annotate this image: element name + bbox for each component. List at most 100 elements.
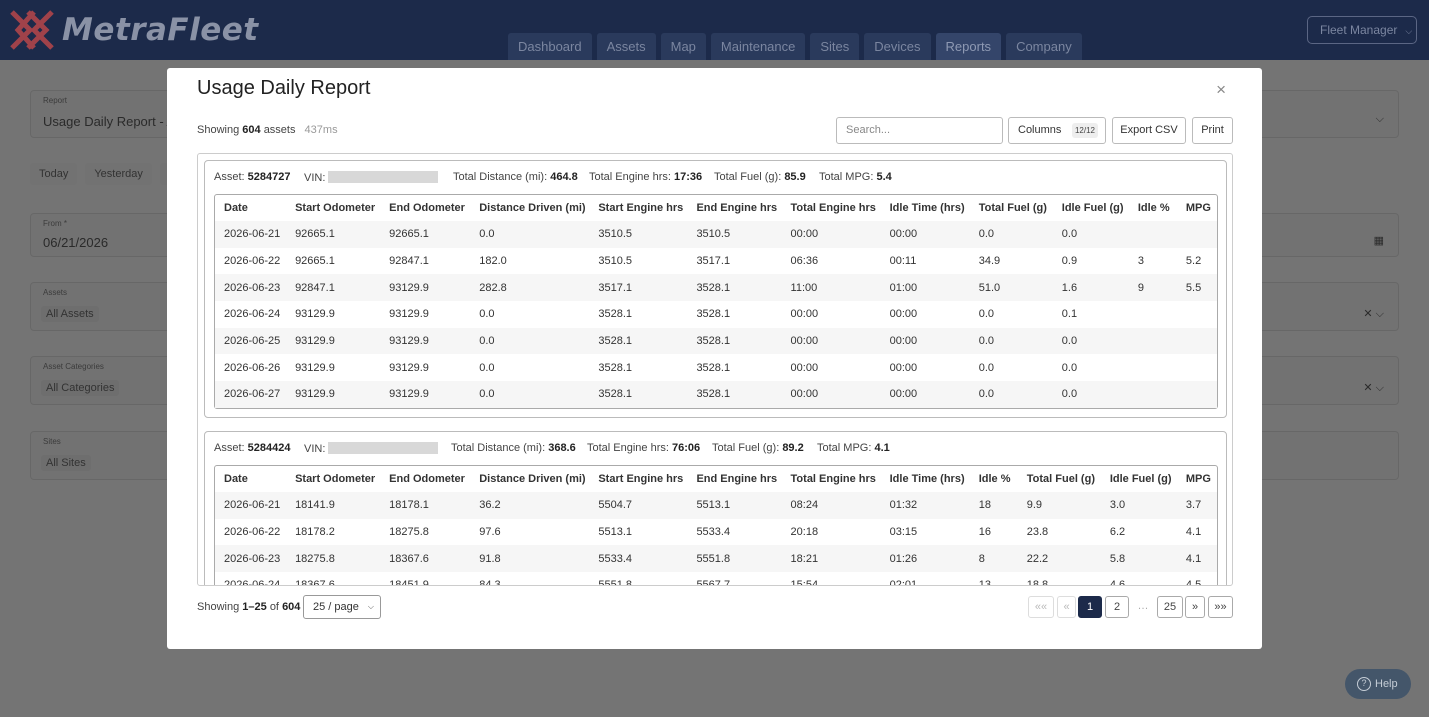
tab-dashboard[interactable]: Dashboard [508,33,592,60]
column-header[interactable]: Distance Driven (mi) [470,466,589,492]
tab-assets[interactable]: Assets [596,33,656,60]
page-2-button[interactable]: 2 [1105,596,1129,618]
column-header[interactable]: End Engine hrs [687,466,781,492]
table-cell: 00:00 [880,221,970,248]
total-engine-field: Total Engine hrs: 76:06 [587,442,700,454]
column-header[interactable]: Idle Time (hrs) [881,466,970,492]
table-cell: 93129.9 [389,361,429,374]
column-header[interactable]: Idle Time (hrs) [881,195,970,221]
table-cell: 3510.5 [598,255,632,268]
tab-map[interactable]: Map [660,33,706,60]
prev-page-button[interactable]: « [1057,596,1076,618]
first-page-button[interactable]: «« [1028,596,1054,618]
column-header[interactable]: Idle Fuel (g) [1053,195,1129,221]
column-header[interactable]: Start Engine hrs [589,195,687,221]
vin-label: VIN: [304,443,326,455]
table-row: 2026-06-27 93129.9 93129.9 0.0 3528.1 3528.1 0… [215,381,1217,408]
logo-mark-icon [10,10,54,50]
table-cell: 93129.9 [380,327,471,355]
column-header[interactable]: End Engine hrs [687,195,781,221]
column-header[interactable]: MPG [1177,195,1217,221]
total-distance-label: Total Distance (mi): [453,171,548,183]
column-header[interactable]: Idle % [970,466,1018,492]
tab-maintenance[interactable]: Maintenance [710,33,806,60]
help-button[interactable]: ? Help [1345,669,1411,699]
print-button[interactable]: Print [1192,117,1233,144]
export-csv-button[interactable]: Export CSV [1112,117,1186,144]
column-header[interactable]: Start Odometer [286,195,380,221]
column-header[interactable]: End Odometer [380,466,470,492]
table-cell: 282.8 [470,274,590,302]
table-cell: 00:11 [889,255,917,268]
table-cell: 0.0 [470,327,590,355]
columns-button[interactable]: Columns 12/12 [1008,117,1106,144]
table-cell: 5.5 [1176,274,1217,302]
column-header[interactable]: Idle Fuel (g) [1101,466,1177,492]
column-header[interactable]: Distance Driven (mi) [470,195,589,221]
total-engine-label: Total Engine hrs: [587,442,669,454]
close-icon[interactable]: × [1216,80,1226,100]
usage-report-modal: Usage Daily Report × Showing 604 assets … [167,68,1262,649]
table-cell: 0.0 [479,308,495,321]
asset-count: 604 [242,124,261,136]
page-25-button[interactable]: 25 [1157,596,1183,618]
table-cell: 2026-06-21 [215,221,287,248]
tab-company[interactable]: Company [1006,33,1082,60]
table-cell: 4.5 [1185,579,1202,586]
vin-redacted [328,171,439,183]
user-menu-button[interactable]: Fleet Manager ⌵ [1307,16,1417,44]
table-cell: 00:00 [781,381,881,408]
column-header[interactable]: Start Engine hrs [589,466,687,492]
next-page-button[interactable]: » [1185,596,1205,618]
table-cell: 18275.8 [286,545,381,573]
table-cell: 18:21 [781,545,881,573]
table-cell: 2026-06-24 [224,579,281,586]
table-header-row: Date Start Odometer End Odometer Distance D… [215,195,1217,221]
table-cell: 3.7 [1176,492,1217,519]
vin-redacted [328,442,439,454]
report-scroll-area[interactable]: Asset: 5284727 VIN: Total Distance (mi):… [197,153,1233,586]
table-cell: 0.1 [1061,308,1078,321]
table-cell: 5551.8 [687,545,782,573]
usage-table: Date Start Odometer End Odometer Distance D… [214,194,1218,409]
table-cell: 0.0 [978,361,994,374]
brand-logo[interactable]: MetraFleet [8,8,259,52]
table-cell: 2026-06-27 [215,381,287,408]
table-cell: 3510.5 [687,221,782,248]
pagination-summary: Showing 1–25 of 604 [197,601,300,613]
column-header[interactable]: Total Fuel (g) [1018,466,1101,492]
table-row: 2026-06-23 18275.8 18367.6 91.8 5533.4 5551.8… [215,545,1217,573]
column-header[interactable]: Total Engine hrs [782,195,881,221]
table-row: 2026-06-26 93129.9 93129.9 0.0 3528.1 3528.1 0… [215,354,1217,381]
table-cell: 182.0 [479,255,507,268]
last-page-button[interactable]: »» [1208,596,1233,618]
brand-name: MetraFleet [62,12,259,48]
total-fuel-value: 89.2 [782,442,804,454]
page-1-button[interactable]: 1 [1078,596,1102,618]
table-cell: 4.1 [1176,545,1217,573]
tab-sites[interactable]: Sites [810,33,860,60]
tab-devices[interactable]: Devices [864,33,931,60]
table-cell: 16 [978,526,991,539]
table-cell: 5504.7 [589,492,688,519]
page-size-select[interactable]: 25 / page ⌵ [303,595,381,619]
table-cell: 18141.9 [286,492,381,519]
column-header[interactable]: Total Fuel (g) [970,195,1053,221]
search-input[interactable]: Search... [836,117,1003,144]
column-header[interactable]: Idle % [1129,195,1177,221]
column-header[interactable]: Total Engine hrs [782,466,881,492]
table-cell: 0.0 [470,221,590,248]
table-cell: 00:00 [880,381,970,408]
table-cell: 91.8 [470,545,590,573]
table-cell: 92847.1 [286,274,381,302]
column-header[interactable]: Date [215,466,286,492]
column-header[interactable]: Start Odometer [286,466,380,492]
column-header[interactable]: MPG [1177,466,1217,492]
table-cell [1129,354,1177,381]
table-cell [1176,381,1217,408]
column-header[interactable]: Date [215,195,286,221]
pagination-of: of [269,601,279,613]
column-header[interactable]: End Odometer [380,195,470,221]
tab-reports[interactable]: Reports [935,33,1002,60]
asset-id-field: Asset: 5284727 [214,171,290,183]
